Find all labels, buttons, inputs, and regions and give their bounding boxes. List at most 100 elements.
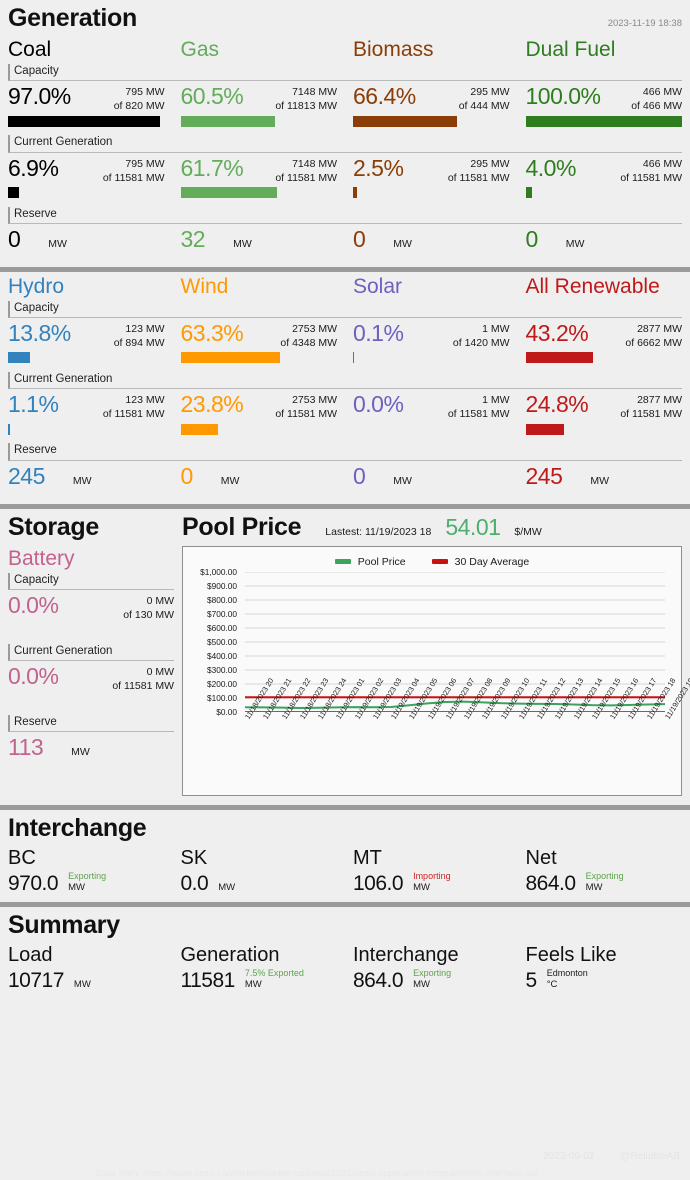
renewable-capacity-of: of 894 MW [113, 337, 165, 350]
poolprice-header: Pool Price Lastest: 11/19/2023 18 54.01 … [182, 509, 690, 544]
renewable-current-values: 2753 MW of 11581 MW [275, 391, 337, 421]
chart-plot-area: $1,000.00 $900.00 $800.00 $700.00 $600.00 $50… [183, 567, 690, 721]
fuel-name: Gas [180, 38, 220, 61]
fuel-capacity-bar-fill [8, 115, 160, 127]
renewable-reserve-unit: MW [590, 474, 610, 487]
battery-reserve-value: 113 [8, 734, 44, 761]
fuel-current-values: 795 MW of 11581 MW [103, 155, 165, 185]
renewable-current-bar [353, 424, 510, 435]
fuel-reserve-row: 0 MW 32 MW 0 MW 0 MW [0, 224, 690, 264]
renewable-capacity-of: of 1420 MW [452, 337, 510, 350]
interchange-item-side: Importing MW [413, 871, 451, 894]
renewable-reserve-value: 0 [353, 462, 366, 489]
poolprice-latest-label: Lastest: 11/19/2023 18 [325, 525, 432, 538]
fuel-name: Biomass [353, 38, 434, 61]
renewable-current-bar-fill [180, 423, 218, 435]
poolprice-unit: $/MW [514, 525, 542, 538]
renewable-capacity-pct: 43.2% [525, 320, 589, 347]
renewable-current-metric: 1.1% 123 MW of 11581 MW [0, 389, 173, 443]
renewable-reserve-value: 245 [8, 462, 45, 489]
fuel-current-pct: 2.5% [353, 154, 404, 181]
ren-capacity-label-wrap: Capacity [0, 300, 690, 319]
renewable-reserve-value: 245 [525, 462, 563, 489]
current-label-wrap: Current Generation [0, 135, 690, 153]
battery-capacity-label-wrap: Capacity [0, 572, 182, 590]
renewable-current-pct: 1.1% [8, 391, 59, 418]
fuel-reserve-value: 0 [525, 225, 539, 252]
renewable-current-values: 2877 MW of 11581 MW [620, 391, 682, 421]
storage-header: Storage [0, 509, 182, 544]
battery-capacity-metric: 0.0% 0 MW of 130 MW [0, 590, 182, 644]
fuel-capacity-pct: 66.4% [353, 83, 416, 110]
fuel-name-row: Coal Gas Biomass Dual Fuel [0, 35, 690, 64]
footer-source: Data from: https://www.aeso.ca/market/ma… [96, 1168, 538, 1179]
fuel-current-value: 295 MW [470, 157, 510, 170]
poolprice-chart: Pool Price 30 Day Average $1,000.00 $900.0… [182, 545, 690, 796]
fuel-current-of: of 11581 MW [275, 171, 337, 184]
renewable-current-row: 1.1% 123 MW of 11581 MW 23.8% 2753 MW of 1158… [0, 389, 690, 443]
fuel-name: Dual Fuel [525, 38, 616, 61]
renewable-reserve-unit: MW [72, 474, 92, 487]
renewable-capacity-values: 1 MW of 1420 MW [453, 320, 510, 350]
summary-item-side: MW [74, 979, 91, 991]
interchange-item-unit: MW [413, 881, 430, 893]
poolprice-latest-value: 54.01 [445, 513, 501, 540]
fuel-capacity-values: 795 MW of 820 MW [114, 83, 165, 113]
renewable-current-bar [180, 423, 338, 435]
summary-item-flag: Edmonton [546, 967, 588, 978]
watermark-date: 2023-09-02 [543, 1151, 595, 1162]
interchange-item-name: SK [180, 846, 208, 869]
fuel-current-of: of 11581 MW [620, 171, 682, 184]
interchange-item-side: Exporting MW [68, 871, 106, 894]
renewable-current-value: 2877 MW [637, 394, 682, 407]
interchange-item-name: BC [8, 846, 36, 869]
fuel-current-bar [8, 186, 165, 198]
fuel-capacity-bar [8, 115, 165, 127]
interchange-item-name: MT [353, 846, 382, 869]
fuel-capacity-values: 295 MW of 444 MW [459, 83, 510, 113]
interchange-item-flag: Exporting [585, 870, 624, 881]
battery-current-value: 0 MW [146, 666, 174, 679]
fuel-capacity-row: 97.0% 795 MW of 820 MW 60.5% 7148 MW of 11813… [0, 81, 690, 135]
battery-current-pct: 0.0% [8, 663, 59, 690]
renewable-current-values: 123 MW of 11581 MW [103, 391, 165, 421]
renewable-name: All Renewable [525, 274, 660, 298]
fuel-capacity-pct: 60.5% [180, 83, 244, 110]
chart-y-tick-label: $900.00 [207, 580, 237, 591]
fuel-current-values: 295 MW of 11581 MW [448, 155, 510, 185]
row-label-capacity: Capacity [8, 64, 682, 82]
interchange-item-value: 0.0 [180, 871, 209, 895]
interchange-item-flag: Exporting [68, 870, 107, 881]
renewable-current-of: of 11581 MW [620, 408, 682, 421]
renewable-current-values: 1 MW of 11581 MW [448, 391, 510, 421]
fuel-current-bar-fill [180, 186, 278, 198]
reserve-label-wrap: Reserve [0, 206, 690, 224]
renewable-name: Wind [180, 274, 229, 298]
storage-column: Storage Battery Capacity 0.0% 0 MW of 13… [0, 509, 182, 802]
renewable-name: Solar [353, 274, 403, 298]
renewable-current-of: of 11581 MW [102, 408, 165, 421]
interchange-title: Interchange [8, 813, 147, 842]
chart-y-tick-label: $300.00 [207, 664, 237, 675]
renewable-capacity-values: 2753 MW of 4348 MW [280, 320, 337, 350]
summary-item-name: Generation [180, 943, 280, 966]
interchange-item-unit: MW [585, 881, 603, 893]
battery-capacity-pct: 0.0% [8, 591, 59, 618]
renewable-capacity-bar [180, 352, 338, 364]
interchange-item-value: 864.0 [525, 871, 577, 895]
renewable-current-metric: 23.8% 2753 MW of 11581 MW [173, 389, 346, 443]
summary-item-value: 864.0 [353, 968, 404, 992]
fuel-current-value: 795 MW [125, 157, 165, 170]
fuel-current-pct: 6.9% [8, 154, 59, 181]
fuel-reserve-unit: MW [393, 237, 412, 250]
fuel-capacity-value: 295 MW [470, 86, 510, 99]
renewable-current-bar-fill [8, 423, 10, 435]
fuel-reserve-unit: MW [48, 237, 67, 250]
renewable-capacity-bar [8, 352, 165, 364]
summary-item-name: Load [8, 943, 53, 966]
battery-capacity-of: of 130 MW [123, 608, 174, 621]
fuel-reserve-unit: MW [233, 237, 252, 250]
interchange-item-value: 970.0 [8, 871, 59, 895]
summary-item-unit: MW [73, 978, 91, 990]
battery-current-label-wrap: Current Generation [0, 643, 182, 662]
